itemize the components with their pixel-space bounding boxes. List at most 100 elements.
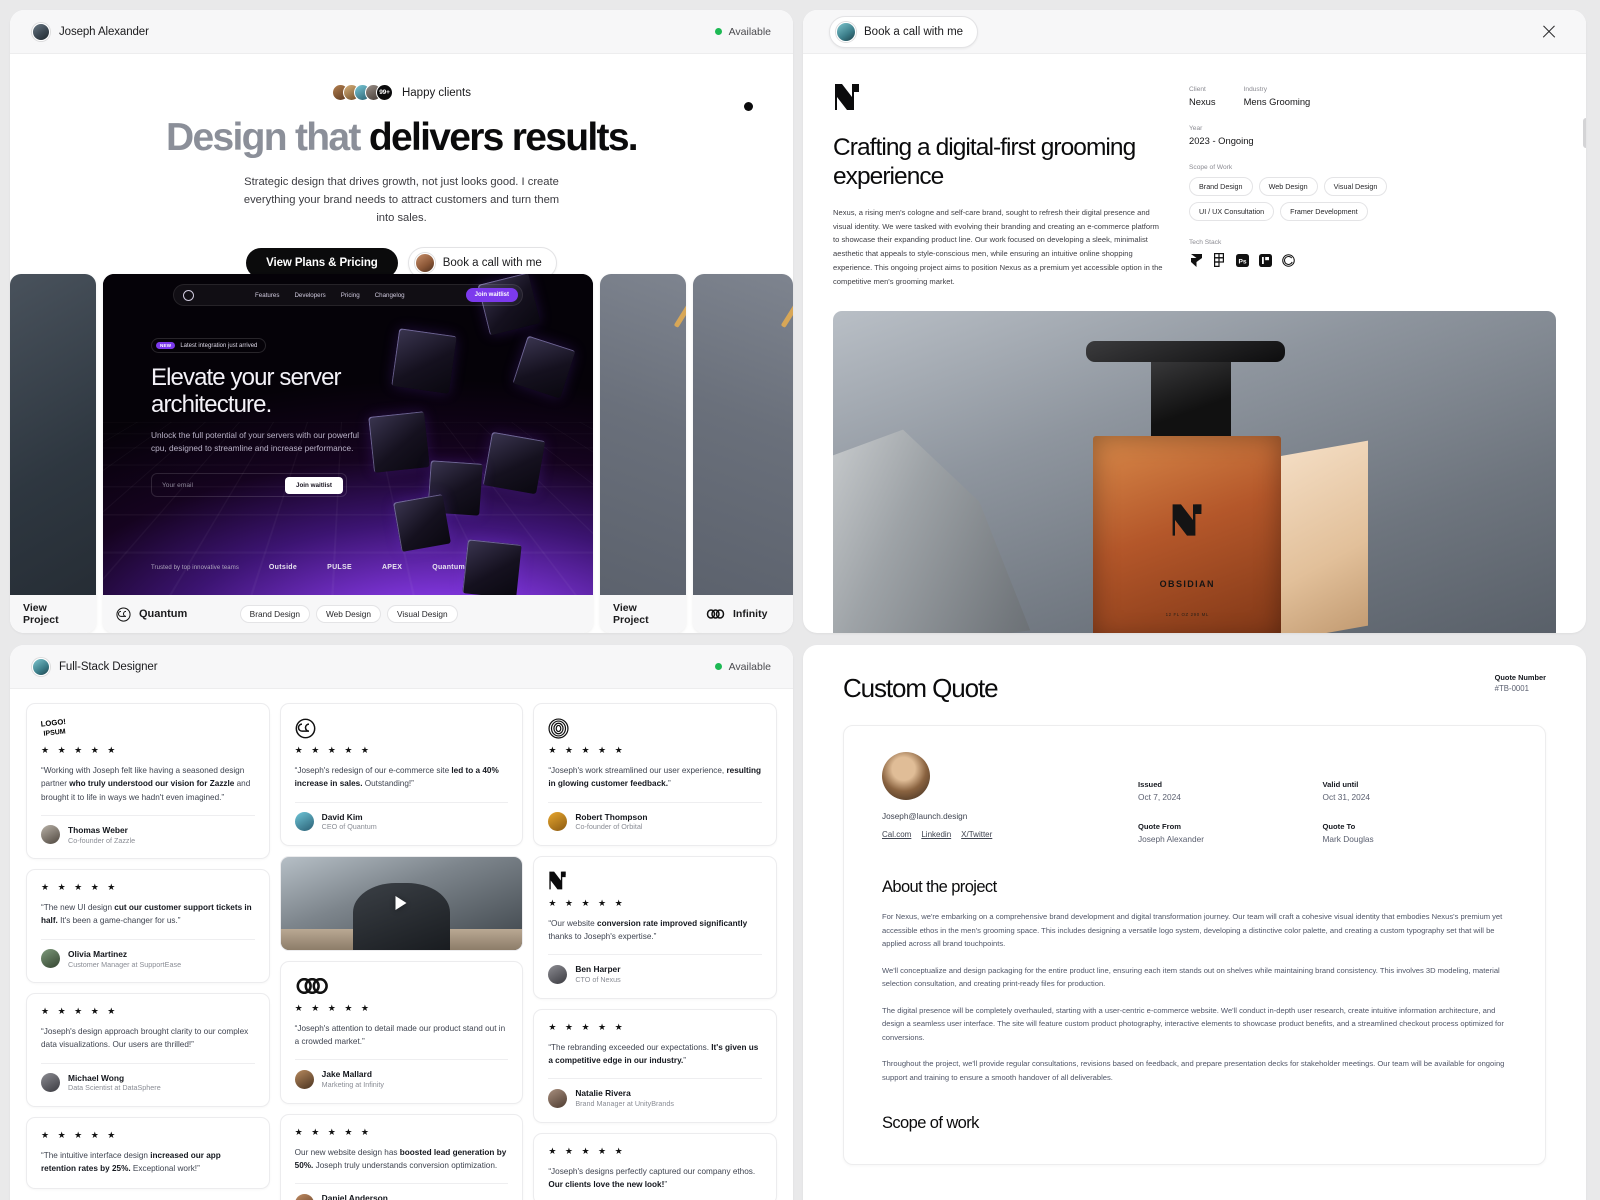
nexus-logo: [1172, 503, 1202, 536]
testimonial-author: Natalie Rivera Brand Manager at UnityBran…: [548, 1088, 762, 1108]
client-count-badge: 99+: [375, 84, 393, 101]
client-label: Client: [1189, 86, 1206, 93]
svg-text:Ps: Ps: [1238, 258, 1246, 265]
logo-apex: APEX: [381, 564, 403, 571]
project-card-footer: Infinity: [693, 595, 793, 633]
view-project-button[interactable]: View Project: [600, 595, 686, 633]
join-waitlist-form-button: Join waitlist: [284, 476, 343, 494]
about-paragraph: For Nexus, we're embarking on a comprehe…: [882, 912, 1503, 949]
author-name: Thomas Weber: [68, 824, 128, 835]
figma-icon: [1212, 253, 1226, 267]
quote-to-value: Mark Douglas: [1322, 834, 1374, 844]
testimonial-company-logo-icon: LOGO! IPSUM: [41, 717, 255, 739]
screenshot-title: Elevate your server architecture.: [151, 364, 342, 418]
link-cal-com[interactable]: Cal.com: [882, 830, 911, 839]
status-dot-icon: [714, 28, 722, 35]
avatar: [548, 1088, 568, 1108]
project-card-next[interactable]: View Project: [600, 274, 686, 633]
avatar: [882, 752, 930, 800]
testimonial-quote: “Joseph's work streamlined our user expe…: [548, 766, 762, 789]
link-x-twitter[interactable]: X/Twitter: [961, 830, 992, 839]
new-integration-badge: NEW Latest integration just arrived: [151, 338, 267, 353]
profile-identity[interactable]: Full-Stack Designer: [32, 657, 158, 676]
divider: [294, 801, 509, 803]
headline-muted: Design that: [166, 116, 369, 159]
testimonial-card: ★ ★ ★ ★ ★ “The intuitive interface design…: [26, 1116, 270, 1190]
testimonial-author: Daniel AndersonDirector of Marketing at …: [294, 1193, 509, 1200]
scope-chip-web-design[interactable]: Web Design: [1258, 177, 1318, 196]
testimonials-topbar: Full-Stack Designer Available: [10, 645, 793, 689]
link-linkedin[interactable]: Linkedin: [921, 830, 951, 839]
tag-brand-design[interactable]: Brand Design: [239, 605, 310, 623]
rating-stars: ★ ★ ★ ★ ★: [294, 1002, 372, 1013]
project-card-next-brand[interactable]: Infinity: [693, 274, 793, 633]
tech-stack-icon-row: Ps: [1189, 253, 1389, 267]
testimonial-video[interactable]: [279, 855, 524, 951]
close-icon[interactable]: [1538, 21, 1560, 43]
project-card-active[interactable]: Features Developers Pricing Changelog Jo…: [103, 274, 593, 633]
avatar: [294, 1193, 314, 1200]
profile-identity[interactable]: Joseph Alexander: [32, 22, 149, 41]
testimonial-card: ★ ★ ★ ★ ★ “Joseph's design approach broug…: [26, 992, 270, 1107]
project-topbar: Book a call with me: [803, 10, 1586, 54]
product-bottle: OBSIDIAN 12 FL OZ 290 ML: [1093, 436, 1282, 633]
quote-document-card: Joseph@launch.design Cal.com Linkedin X/…: [843, 725, 1546, 1165]
testimonial-quote: “The new UI design cut our customer supp…: [41, 903, 252, 926]
avatar: [294, 1070, 314, 1090]
scope-chip-brand-design[interactable]: Brand Design: [1189, 177, 1253, 196]
issued-value: Oct 7, 2024: [1138, 792, 1181, 802]
scope-chip-ui-ux-consultation[interactable]: UI / UX Consultation: [1189, 202, 1275, 221]
rating-stars: ★ ★ ★ ★ ★: [41, 1005, 119, 1016]
about-paragraph: The digital presence will be completely …: [882, 1005, 1504, 1042]
divider: [41, 938, 255, 940]
rating-stars: ★ ★ ★ ★ ★: [548, 897, 626, 908]
view-project-button[interactable]: View Project: [10, 595, 96, 633]
book-call-button[interactable]: Book a call with me: [829, 15, 979, 48]
scope-chip-framer-development[interactable]: Framer Development: [1280, 202, 1368, 221]
app-root: Joseph Alexander Available 99+ Happy cli…: [0, 0, 1600, 1200]
author-name: Michael Wong: [68, 1072, 125, 1083]
quote-meta-grid: Issued Oct 7, 2024 Valid until Oct 31, 2…: [1138, 752, 1507, 844]
project-meta-column: Client Nexus Industry Mens Grooming Year…: [1189, 82, 1389, 289]
framer-icon: [1189, 253, 1203, 267]
avatar: [548, 812, 568, 832]
project-card-previous[interactable]: View Project: [10, 274, 96, 633]
happy-clients-label: Happy clients: [401, 86, 472, 99]
spiral-icon: [1281, 253, 1295, 267]
testimonial-company-logo-icon: [548, 717, 762, 739]
trusted-by-row: Trusted by top innovative teams Outside …: [151, 564, 557, 571]
decorative-dot-icon: [744, 102, 753, 111]
scope-field: Scope of Work Brand Design Web Design Vi…: [1189, 164, 1389, 221]
scope-label: Scope of Work: [1189, 164, 1233, 171]
tag-web-design[interactable]: Web Design: [315, 605, 381, 623]
happy-clients-row: 99+ Happy clients: [10, 84, 793, 101]
project-screenshot: Features Developers Pricing Changelog Jo…: [103, 274, 593, 595]
rating-stars: ★ ★ ★ ★ ★: [548, 1021, 626, 1032]
divider: [294, 1183, 509, 1185]
year-field: Year 2023 - Ongoing: [1189, 125, 1389, 146]
new-badge-text: Latest integration just arrived: [180, 342, 258, 349]
industry-field: Industry Mens Grooming: [1244, 86, 1311, 107]
cube-icon: [512, 335, 576, 399]
nav-link-developers: Developers: [294, 291, 326, 299]
logo-outside: Outside: [268, 564, 298, 571]
scope-chip-visual-design[interactable]: Visual Design: [1323, 177, 1388, 196]
project-brand: Quantum: [116, 606, 187, 622]
profile-role: Full-Stack Designer: [59, 660, 158, 673]
pump-dispenser: [1086, 341, 1284, 443]
divider: [548, 801, 762, 803]
tag-visual-design[interactable]: Visual Design: [387, 605, 458, 623]
tech-stack-label: Tech Stack: [1189, 239, 1222, 246]
author-role: Brand Manager at UnityBrands: [575, 1099, 675, 1109]
testimonial-quote: “The rebranding exceeded our expectation…: [548, 1042, 759, 1065]
valid-until-label: Valid until: [1322, 780, 1359, 789]
user-avatar: [32, 657, 50, 676]
cube-icon: [393, 494, 451, 552]
avatar: [41, 949, 60, 969]
play-icon[interactable]: [395, 896, 407, 911]
scrollbar-thumb[interactable]: [1583, 118, 1586, 148]
testimonial-card: ★ ★ ★ ★ ★ “Joseph's designs perfectly cap…: [533, 1132, 777, 1200]
author-role: CTO of Nexus: [575, 975, 621, 985]
testimonial-card: ★ ★ ★ ★ ★ “Joseph's work streamlined our …: [533, 703, 777, 846]
year-label: Year: [1189, 125, 1203, 132]
